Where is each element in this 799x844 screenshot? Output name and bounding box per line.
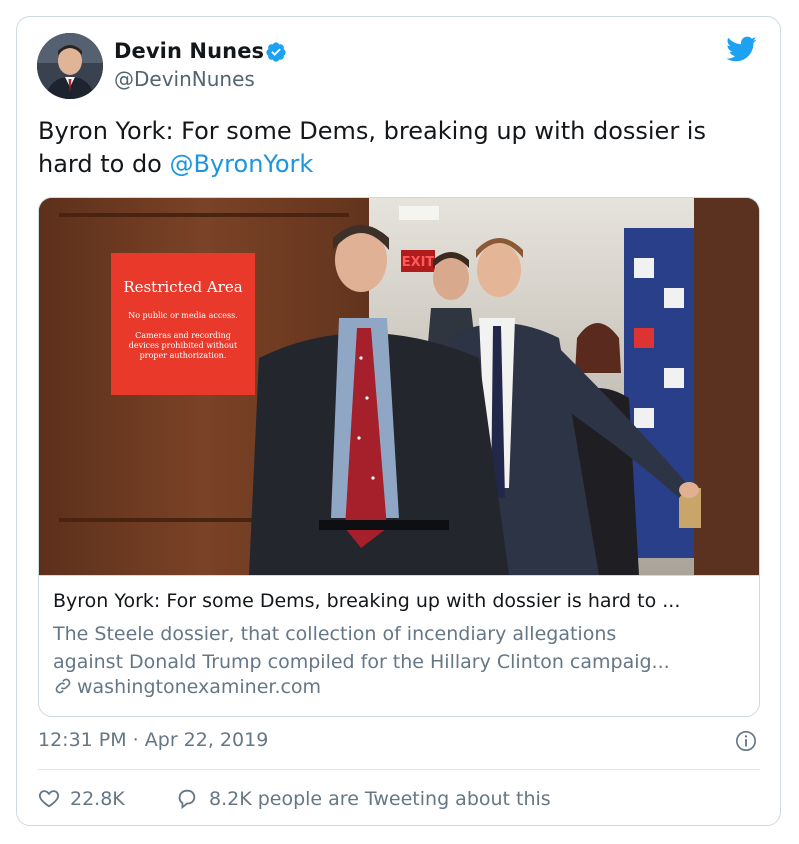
card-description: The Steele dossier, that collection of i… — [53, 620, 753, 676]
sign-line-1: No public or media access. — [128, 311, 238, 320]
card-domain[interactable]: washingtonexaminer.com — [53, 676, 321, 698]
tweet-card: Devin Nunes @DevinNunes Byron York: For … — [16, 16, 781, 826]
sign-line-4: proper authorization. — [140, 351, 227, 360]
card-title[interactable]: Byron York: For some Dems, breaking up w… — [53, 590, 753, 612]
like-button[interactable]: 22.8K — [38, 787, 125, 810]
twitter-bird-icon[interactable] — [725, 35, 757, 63]
tweet-timestamp[interactable]: 12:31 PM · Apr 22, 2019 — [38, 729, 268, 751]
sign-line-2: Cameras and recording — [135, 331, 231, 340]
link-preview-card[interactable]: EXIT Restricted Area No public or media … — [38, 197, 760, 717]
sign-line-3: devices prohibited without — [129, 341, 238, 350]
conversation-link[interactable]: 8.2K people are Tweeting about this — [175, 787, 551, 810]
speech-bubble-icon — [178, 789, 196, 810]
card-domain-text: washingtonexaminer.com — [77, 676, 322, 698]
author-name[interactable]: Devin Nunes — [114, 39, 264, 63]
article-photo: EXIT Restricted Area No public or media … — [39, 198, 759, 575]
sign-title: Restricted Area — [123, 278, 242, 296]
link-icon — [55, 678, 71, 694]
like-count: 22.8K — [70, 788, 125, 810]
tweet-text: Byron York: For some Dems, breaking up w… — [38, 115, 758, 181]
verified-badge-icon — [266, 42, 286, 62]
footer-divider — [38, 769, 760, 770]
info-icon[interactable] — [735, 730, 757, 752]
conversation-text: 8.2K people are Tweeting about this — [209, 788, 551, 810]
avatar-portrait — [37, 33, 103, 99]
card-divider — [39, 575, 759, 576]
card-description-line-1: The Steele dossier, that collection of i… — [53, 623, 617, 645]
card-description-line-2: against Donald Trump compiled for the Hi… — [53, 651, 670, 673]
author-avatar[interactable] — [37, 33, 103, 99]
heart-icon — [38, 790, 60, 808]
tweet-body: Byron York: For some Dems, breaking up w… — [38, 117, 706, 178]
author-handle[interactable]: @DevinNunes — [114, 67, 255, 91]
exit-sign: EXIT — [402, 255, 435, 270]
mention-link[interactable]: @ByronYork — [170, 150, 314, 178]
